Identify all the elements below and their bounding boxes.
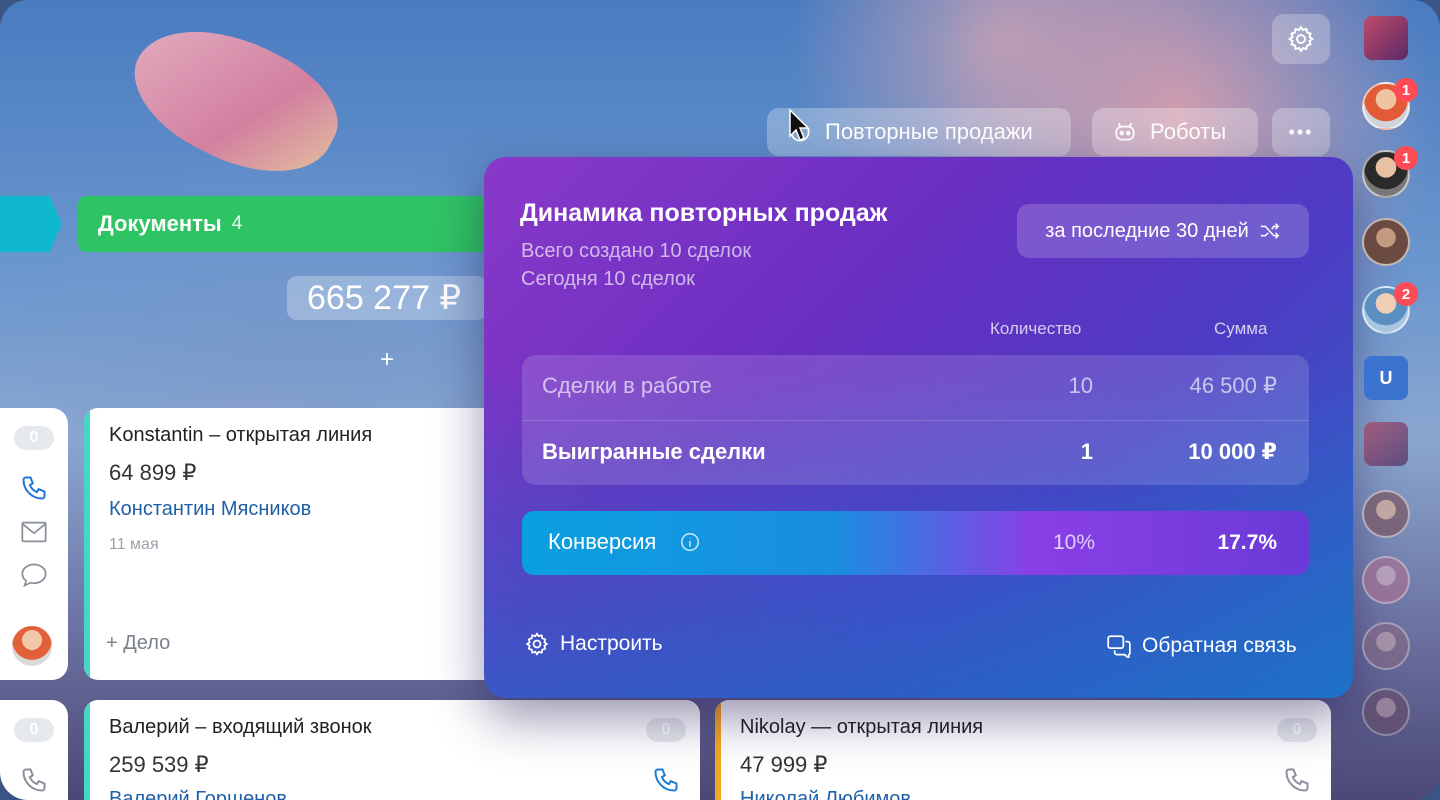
row-quantity: 1 bbox=[1080, 439, 1093, 464]
period-label: за последние 30 дней bbox=[1045, 219, 1249, 242]
deal-contact[interactable]: Валерий Горшенов bbox=[109, 788, 287, 800]
info-icon[interactable] bbox=[679, 531, 701, 553]
mouse-cursor-icon bbox=[789, 108, 810, 142]
counter-badge: 0 bbox=[646, 718, 686, 742]
phone-icon[interactable] bbox=[20, 766, 48, 794]
avatar[interactable] bbox=[1362, 218, 1410, 266]
conversion-quantity: 10% bbox=[1052, 531, 1095, 554]
app-icon[interactable]: U bbox=[1364, 356, 1408, 400]
configure-button[interactable]: Настроить bbox=[524, 631, 663, 657]
documents-stage-sum: 665 277 ₽ bbox=[287, 276, 487, 320]
add-activity-button[interactable]: + Дело bbox=[106, 632, 170, 655]
deal-price: 259 539 ₽ bbox=[109, 752, 209, 777]
phone-icon[interactable] bbox=[20, 474, 48, 502]
deal-title[interactable]: Валерий – входящий звонок bbox=[109, 716, 372, 739]
configure-label: Настроить bbox=[560, 632, 663, 655]
settings-button[interactable] bbox=[1272, 14, 1330, 64]
card-status-bar bbox=[715, 700, 721, 800]
sum-column-header: Сумма bbox=[1214, 319, 1268, 338]
row-sum: 10 000 ₽ bbox=[1188, 439, 1277, 464]
row-sum: 46 500 ₽ bbox=[1189, 373, 1277, 398]
deal-title[interactable]: Nikolay — открытая линия bbox=[740, 716, 983, 739]
app-icon[interactable] bbox=[1364, 422, 1408, 466]
today-text: Сегодня 10 сделок bbox=[521, 268, 695, 290]
table-row[interactable]: Сделки в работе 10 46 500 ₽ bbox=[522, 355, 1309, 420]
feedback-button[interactable]: Обратная связь bbox=[1106, 634, 1297, 658]
mail-icon[interactable] bbox=[20, 520, 48, 544]
gear-icon bbox=[525, 632, 549, 656]
background-petal bbox=[114, 0, 356, 203]
card-status-bar bbox=[84, 700, 90, 800]
deals-table: Сделки в работе 10 46 500 ₽ Выигранные с… bbox=[522, 355, 1309, 485]
deal-title[interactable]: Konstantin – открытая линия bbox=[109, 424, 372, 447]
counter-badge: 0 bbox=[14, 426, 54, 450]
app-frame: Повторные продажи Роботы ••• Документы 4… bbox=[0, 0, 1440, 800]
more-icon: ••• bbox=[1288, 121, 1314, 142]
card-status-bar bbox=[84, 408, 90, 680]
conversion-row: Конверсия 10% 17.7% bbox=[522, 511, 1309, 575]
popup-title: Динамика повторных продаж bbox=[520, 199, 888, 227]
activity-strip: 0 bbox=[0, 408, 68, 680]
notification-badge: 2 bbox=[1394, 282, 1418, 306]
gear-icon bbox=[1287, 25, 1315, 53]
deal-card[interactable]: Валерий – входящий звонок 259 539 ₽ Вале… bbox=[84, 700, 700, 800]
conversion-label: Конверсия bbox=[548, 529, 657, 554]
more-button[interactable]: ••• bbox=[1272, 108, 1330, 156]
avatar[interactable] bbox=[1362, 490, 1410, 538]
deal-card[interactable]: Konstantin – открытая линия 64 899 ₽ Кон… bbox=[84, 408, 504, 680]
chat-icon[interactable] bbox=[20, 562, 48, 588]
shuffle-icon bbox=[1260, 223, 1280, 239]
add-deal-button[interactable]: + bbox=[380, 346, 394, 374]
avatar[interactable] bbox=[1362, 688, 1410, 736]
phone-icon[interactable] bbox=[652, 766, 680, 794]
deal-date: 11 мая bbox=[109, 536, 159, 553]
phone-icon[interactable] bbox=[1283, 766, 1311, 794]
documents-stage-header[interactable]: Документы 4 bbox=[78, 196, 508, 252]
documents-stage-label: Документы bbox=[98, 211, 222, 236]
previous-stage[interactable] bbox=[0, 196, 62, 252]
avatar[interactable] bbox=[1362, 622, 1410, 670]
robots-button[interactable]: Роботы bbox=[1092, 108, 1258, 156]
row-label: Выигранные сделки bbox=[542, 439, 766, 464]
counter-badge: 0 bbox=[14, 718, 54, 742]
notification-badge: 1 bbox=[1394, 78, 1418, 102]
robot-icon bbox=[1115, 122, 1135, 141]
feedback-label: Обратная связь bbox=[1142, 634, 1297, 657]
quantity-column-header: Количество bbox=[990, 319, 1082, 338]
robots-label: Роботы bbox=[1150, 119, 1227, 144]
deal-contact[interactable]: Николай Любимов bbox=[740, 788, 911, 800]
notification-badge: 1 bbox=[1394, 146, 1418, 170]
documents-stage-count: 4 bbox=[231, 213, 243, 234]
period-selector[interactable]: за последние 30 дней bbox=[1017, 204, 1309, 258]
conversion-sum: 17.7% bbox=[1217, 531, 1277, 554]
activity-strip-2: 0 bbox=[0, 700, 68, 800]
deal-contact[interactable]: Константин Мясников bbox=[109, 498, 311, 521]
deal-card[interactable]: Nikolay — открытая линия 47 999 ₽ Никола… bbox=[715, 700, 1331, 800]
repeat-sales-label: Повторные продажи bbox=[825, 119, 1033, 144]
repeat-sales-popup: Динамика повторных продаж Всего создано … bbox=[484, 157, 1353, 698]
deal-price: 64 899 ₽ bbox=[109, 460, 197, 485]
right-avatar-column: 1 1 2 U bbox=[1362, 0, 1440, 800]
table-row[interactable]: Выигранные сделки 1 10 000 ₽ bbox=[522, 420, 1309, 485]
feedback-icon bbox=[1107, 635, 1131, 658]
avatar[interactable] bbox=[1362, 556, 1410, 604]
deal-price: 47 999 ₽ bbox=[740, 752, 828, 777]
counter-badge: 0 bbox=[1277, 718, 1317, 742]
app-icon[interactable] bbox=[1364, 16, 1408, 60]
repeat-sales-button[interactable]: Повторные продажи bbox=[767, 108, 1071, 156]
row-label: Сделки в работе bbox=[542, 373, 712, 398]
total-created-text: Всего создано 10 сделок bbox=[521, 240, 752, 262]
row-quantity: 10 bbox=[1068, 373, 1093, 398]
avatar[interactable] bbox=[12, 626, 52, 666]
